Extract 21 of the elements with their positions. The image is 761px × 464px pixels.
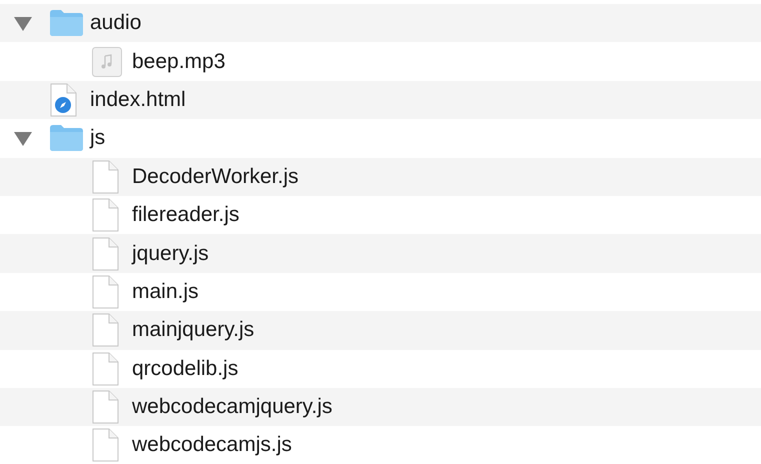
music-file-icon xyxy=(92,46,122,77)
file-icon xyxy=(92,428,119,462)
file-name[interactable]: js xyxy=(90,126,106,150)
disclosure-triangle[interactable] xyxy=(14,130,32,146)
file-icon xyxy=(92,274,119,309)
file-name[interactable]: beep.mp3 xyxy=(132,50,226,74)
file-name[interactable]: audio xyxy=(90,11,142,36)
file-icon xyxy=(92,352,119,386)
file-name[interactable]: DecoderWorker.js xyxy=(132,164,299,189)
file-name[interactable]: main.js xyxy=(132,280,199,304)
file-name[interactable]: index.html xyxy=(90,88,186,112)
file-name[interactable]: mainjquery.js xyxy=(132,318,254,342)
file-name[interactable]: jquery.js xyxy=(132,242,209,266)
folder-icon xyxy=(50,10,83,36)
file-name[interactable]: webcodecamjquery.js xyxy=(132,395,332,420)
file-name[interactable]: qrcodelib.js xyxy=(132,356,238,381)
disclosure-triangle[interactable] xyxy=(14,15,32,32)
file-icon xyxy=(92,198,119,232)
file-name[interactable]: webcodecamjs.js xyxy=(132,433,292,458)
folder-icon xyxy=(50,125,83,152)
file-name[interactable]: filereader.js xyxy=(132,203,240,228)
